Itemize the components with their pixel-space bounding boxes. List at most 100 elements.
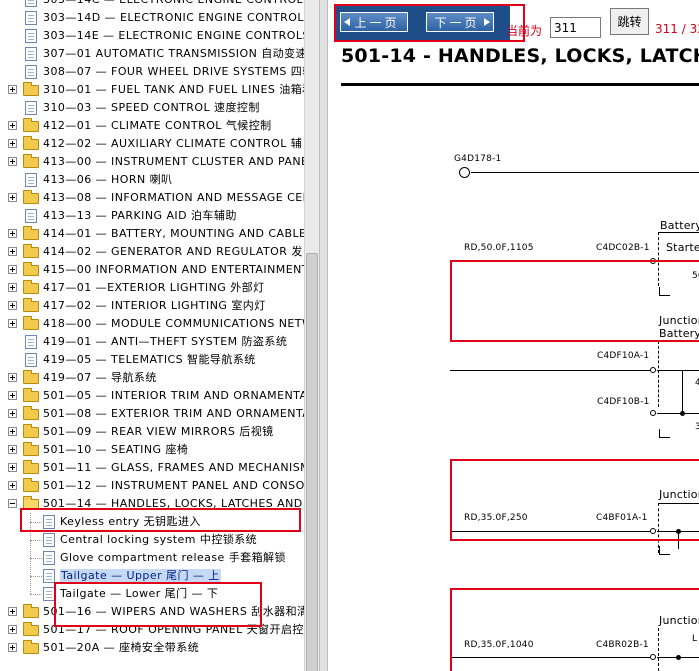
tree-item-label: 412—01 — CLIMATE CONTROL 气候控制	[43, 119, 272, 132]
prev-page-button[interactable]: 上一页	[340, 12, 408, 32]
document-icon	[25, 101, 37, 115]
expand-icon[interactable]	[8, 229, 17, 238]
expand-icon[interactable]	[8, 85, 17, 94]
expand-icon[interactable]	[8, 463, 17, 472]
tree-item[interactable]: 414—02 — GENERATOR AND REGULATOR 发电	[0, 243, 304, 261]
folder-icon	[23, 298, 39, 312]
navigation-tree[interactable]: 303—14C — ELECTRONIC ENGINE CONTROLS 303—…	[0, 0, 304, 671]
tree-item[interactable]: 310—01 — FUEL TANK AND FUEL LINES 油箱和	[0, 81, 304, 99]
expand-icon[interactable]	[8, 391, 17, 400]
expand-icon[interactable]	[8, 121, 17, 130]
expand-icon[interactable]	[8, 265, 17, 274]
tree-item[interactable]: Tailgate — Upper 尾门 — 上	[0, 567, 304, 585]
battery-boundary	[658, 232, 659, 286]
tree-item-label: 414—02 — GENERATOR AND REGULATOR 发电	[43, 245, 304, 258]
tree-item[interactable]: 501—14 — HANDLES, LOCKS, LATCHES AND	[0, 495, 304, 513]
tree-item[interactable]: Glove compartment release 手套箱解锁	[0, 549, 304, 567]
expand-icon[interactable]	[8, 283, 17, 292]
tree-item[interactable]: 417—01 —EXTERIOR LIGHTING 外部灯	[0, 279, 304, 297]
folder-icon	[23, 316, 39, 330]
wire3	[450, 657, 650, 658]
tree-item[interactable]: 412—01 — CLIMATE CONTROL 气候控制	[0, 117, 304, 135]
tree-scrollbar[interactable]	[304, 0, 319, 671]
tree-item[interactable]: 303—14C — ELECTRONIC ENGINE CONTROLS	[0, 0, 304, 9]
scrollbar-thumb[interactable]	[306, 253, 318, 671]
tree-item[interactable]: Central locking system 中控锁系统	[0, 531, 304, 549]
j1-node	[680, 411, 685, 416]
tree-item[interactable]: 501—16 — WIPERS AND WASHERS 刮水器和清	[0, 603, 304, 621]
expand-icon[interactable]	[8, 427, 17, 436]
expand-icon[interactable]	[8, 445, 17, 454]
tree-item[interactable]: 419—07 — 导航系统	[0, 369, 304, 387]
expand-icon[interactable]	[8, 409, 17, 418]
tree-item[interactable]: 418—00 — MODULE COMMUNICATIONS NETW	[0, 315, 304, 333]
tree-item-label: 310—01 — FUEL TANK AND FUEL LINES 油箱和	[43, 83, 304, 96]
next-page-button[interactable]: 下一页	[426, 12, 494, 32]
tree-item[interactable]: 415—00 INFORMATION AND ENTERTAINMENT	[0, 261, 304, 279]
tree-item[interactable]: 501—08 — EXTERIOR TRIM AND ORNAMENTA	[0, 405, 304, 423]
tree-item[interactable]: 501—20A — 座椅安全带系统	[0, 639, 304, 657]
tree-item[interactable]: 310—03 — SPEED CONTROL 速度控制	[0, 99, 304, 117]
collapse-icon[interactable]	[8, 499, 17, 508]
tree-item[interactable]: 413—08 — INFORMATION AND MESSAGE CEN	[0, 189, 304, 207]
expand-icon[interactable]	[8, 139, 17, 148]
document-icon	[25, 65, 37, 79]
tree-item-label: 308—07 — FOUR WHEEL DRIVE SYSTEMS 四轮	[43, 65, 304, 78]
expand-icon[interactable]	[8, 643, 17, 652]
expand-icon[interactable]	[8, 607, 17, 616]
tree-item[interactable]: 501—17 — ROOF OPENING PANEL 天窗开启控制	[0, 621, 304, 639]
expand-icon[interactable]	[8, 373, 17, 382]
j2-vertical	[678, 531, 679, 549]
tree-item[interactable]: 419—01 — ANTI—THEFT SYSTEM 防盗系统	[0, 333, 304, 351]
document-icon	[25, 29, 37, 43]
title-rule	[341, 83, 699, 86]
document-pane: 上一页 下一页 当前为 跳转 311 / 32 501-14 - HANDLES…	[328, 0, 699, 671]
tree-item-label: 501—05 — INTERIOR TRIM AND ORNAMENTA	[43, 389, 304, 402]
tree-item[interactable]: 308—07 — FOUR WHEEL DRIVE SYSTEMS 四轮	[0, 63, 304, 81]
expand-icon[interactable]	[8, 301, 17, 310]
tree-item[interactable]: 501—10 — SEATING 座椅	[0, 441, 304, 459]
page-toolbar: 上一页 下一页 当前为 跳转 311 / 32	[328, 0, 699, 43]
folder-icon	[23, 370, 39, 384]
tree-item[interactable]: 419—05 — TELEMATICS 智能导航系统	[0, 351, 304, 369]
tree-item-label: 501—08 — EXTERIOR TRIM AND ORNAMENTA	[43, 407, 304, 420]
expand-icon[interactable]	[8, 319, 17, 328]
j3-node	[676, 655, 681, 660]
tree-item-label: 501—14 — HANDLES, LOCKS, LATCHES AND	[43, 497, 303, 510]
tree-item-label: 415—00 INFORMATION AND ENTERTAINMENT	[43, 263, 304, 276]
expand-icon[interactable]	[8, 625, 17, 634]
expand-icon[interactable]	[8, 157, 17, 166]
document-icon	[25, 335, 37, 349]
tree-item[interactable]: 501—09 — REAR VIEW MIRRORS 后视镜	[0, 423, 304, 441]
tree-item[interactable]: 501—05 — INTERIOR TRIM AND ORNAMENTA	[0, 387, 304, 405]
tree-item-label: Tailgate — Lower 尾门 — 下	[60, 587, 219, 600]
tree-item[interactable]: 303—14E — ELECTRONIC ENGINE CONTROLS	[0, 27, 304, 45]
tree-item[interactable]: 413—13 — PARKING AID 泊车辅助	[0, 207, 304, 225]
tree-item[interactable]: 412—02 — AUXILIARY CLIMATE CONTROL 辅	[0, 135, 304, 153]
page-number-input[interactable]	[550, 17, 601, 38]
tree-item[interactable]: 307—01 AUTOMATIC TRANSMISSION 自动变速	[0, 45, 304, 63]
expand-icon[interactable]	[8, 247, 17, 256]
tree-item-label: 501—16 — WIPERS AND WASHERS 刮水器和清	[43, 605, 304, 618]
tree-item-label: 307—01 AUTOMATIC TRANSMISSION 自动变速	[43, 47, 304, 60]
tree-item-label: 419—01 — ANTI—THEFT SYSTEM 防盗系统	[43, 335, 288, 348]
tree-item-label: 417—02 — INTERIOR LIGHTING 室内灯	[43, 299, 266, 312]
tree-item[interactable]: 414—01 — BATTERY, MOUNTING AND CABLE	[0, 225, 304, 243]
tree-item[interactable]: 413—00 — INSTRUMENT CLUSTER AND PANE	[0, 153, 304, 171]
tree-item-label: 417—01 —EXTERIOR LIGHTING 外部灯	[43, 281, 265, 294]
expand-icon[interactable]	[8, 481, 17, 490]
tree-item[interactable]: Keyless entry 无钥匙进入	[0, 513, 304, 531]
tree-item[interactable]: 417—02 — INTERIOR LIGHTING 室内灯	[0, 297, 304, 315]
tree-connector	[30, 594, 42, 595]
tree-item[interactable]: 413—06 — HORN 喇叭	[0, 171, 304, 189]
document-icon	[25, 209, 37, 223]
expand-icon[interactable]	[8, 193, 17, 202]
go-to-page-button[interactable]: 跳转	[610, 8, 649, 35]
tree-connector	[30, 558, 42, 559]
pane-splitter[interactable]	[319, 0, 328, 671]
tree-item[interactable]: Tailgate — Lower 尾门 — 下	[0, 585, 304, 603]
tree-item[interactable]: 303—14D — ELECTRONIC ENGINE CONTROLS	[0, 9, 304, 27]
wire2-label: RD,35.0F,250	[464, 513, 528, 523]
tree-item[interactable]: 501—12 — INSTRUMENT PANEL AND CONSOL	[0, 477, 304, 495]
tree-item[interactable]: 501—11 — GLASS, FRAMES AND MECHANISM	[0, 459, 304, 477]
